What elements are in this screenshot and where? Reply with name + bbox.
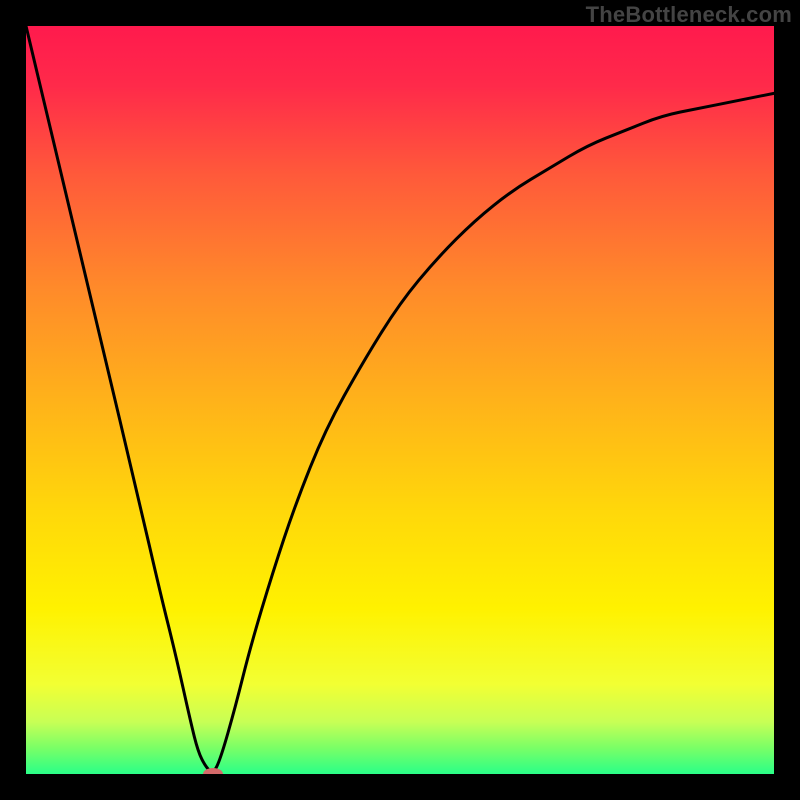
bottleneck-chart xyxy=(26,26,774,774)
gradient-background xyxy=(26,26,774,774)
plot-area xyxy=(26,26,774,774)
attribution-text: TheBottleneck.com xyxy=(586,2,792,28)
chart-frame: TheBottleneck.com xyxy=(0,0,800,800)
